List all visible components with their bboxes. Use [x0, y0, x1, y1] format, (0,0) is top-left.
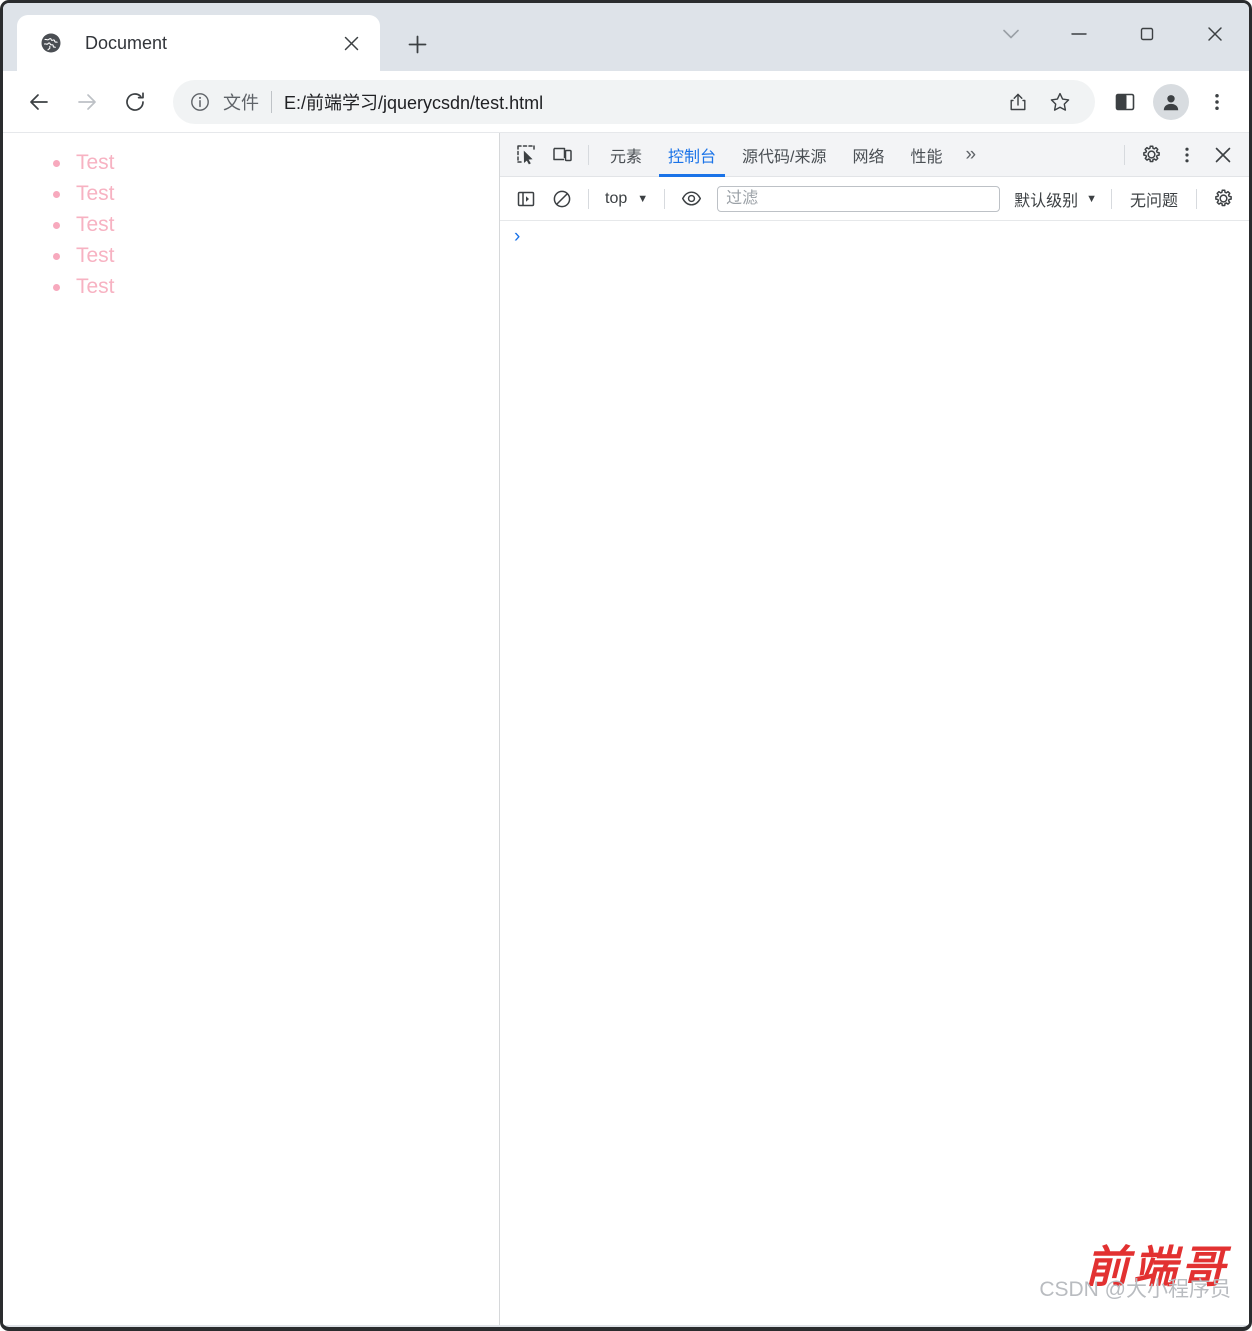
- clear-console-icon[interactable]: [544, 182, 580, 216]
- console-level-selector[interactable]: 默认级别 ▼: [1008, 185, 1103, 213]
- chrome-menu-button[interactable]: [1195, 80, 1239, 124]
- issues-status[interactable]: 无问题: [1120, 185, 1188, 213]
- list-item: Test: [3, 240, 499, 271]
- content-area: Test Test Test Test Test 元素 控制台 源代码/来源 网…: [3, 133, 1249, 1325]
- profile-button[interactable]: [1149, 80, 1193, 124]
- console-context-selector[interactable]: top ▼: [597, 185, 656, 213]
- arrow-right-icon: [78, 93, 96, 110]
- divider: [1196, 188, 1197, 209]
- chevron-down-icon: ▼: [637, 192, 649, 205]
- list-item: Test: [3, 147, 499, 178]
- inspect-element-icon[interactable]: [508, 138, 544, 172]
- divider: [664, 188, 666, 209]
- devtools-panel: 元素 控制台 源代码/来源 网络 性能 » top ▼ 过滤 默认级别 ▼ 无问…: [500, 133, 1249, 1325]
- console-message-area[interactable]: › 前端哥 CSDN @大小程序员: [500, 221, 1249, 1325]
- close-icon[interactable]: [334, 26, 368, 60]
- device-toolbar-icon[interactable]: [544, 138, 580, 172]
- console-toolbar: top ▼ 默认级别 ▼ 无问题: [500, 177, 1249, 221]
- console-prompt-caret: ›: [514, 226, 521, 247]
- tab-console[interactable]: 控制台: [655, 133, 729, 177]
- plus-icon: [408, 35, 426, 53]
- gear-icon[interactable]: [1133, 138, 1169, 172]
- arrow-left-icon: [30, 93, 48, 110]
- devtools-header-actions: [1116, 138, 1249, 172]
- globe-icon: [39, 31, 63, 55]
- list-item: Test: [3, 209, 499, 240]
- share-icon[interactable]: [997, 81, 1039, 123]
- browser-tab-document[interactable]: Document: [17, 15, 380, 71]
- omnibox-divider: [271, 90, 272, 113]
- chevron-down-icon: [1003, 29, 1019, 39]
- devtools-header: 元素 控制台 源代码/来源 网络 性能 »: [500, 133, 1249, 177]
- url-text: E:/前端学习/jquerycsdn/test.html: [284, 92, 544, 113]
- test-list: Test Test Test Test Test: [3, 147, 499, 302]
- new-tab-button[interactable]: [394, 21, 440, 67]
- console-filter-input[interactable]: [717, 185, 1001, 212]
- tab-performance[interactable]: 性能: [898, 133, 956, 177]
- side-panel-button[interactable]: [1103, 80, 1147, 124]
- close-devtools-icon[interactable]: [1205, 138, 1241, 172]
- forward-button: [65, 80, 109, 124]
- tab-search-button[interactable]: [977, 3, 1045, 65]
- three-dots-vertical-icon: [1215, 93, 1219, 110]
- side-panel-icon: [1115, 93, 1135, 110]
- maximize-icon: [1140, 27, 1154, 41]
- back-button[interactable]: [17, 80, 61, 124]
- person-icon: [1163, 94, 1179, 110]
- eye-icon[interactable]: [673, 182, 709, 216]
- page-viewport: Test Test Test Test Test: [3, 133, 499, 1325]
- tab-sources[interactable]: 源代码/来源: [729, 133, 839, 177]
- divider: [588, 144, 589, 165]
- tab-strip: Document: [3, 3, 1249, 71]
- list-item: Test: [3, 178, 499, 209]
- tab-elements[interactable]: 元素: [597, 133, 655, 177]
- avatar: [1153, 83, 1189, 120]
- console-level-label: 默认级别: [1014, 192, 1079, 210]
- console-sidebar-icon[interactable]: [508, 182, 544, 216]
- maximize-button[interactable]: [1113, 3, 1181, 65]
- more-tabs-button[interactable]: »: [956, 133, 987, 177]
- console-context-label: top: [605, 189, 628, 207]
- info-circle-icon[interactable]: [189, 91, 211, 113]
- window-controls: [977, 3, 1249, 65]
- browser-window: Document 文件 E:/前端学习/jquerycsdn/test.html…: [0, 0, 1252, 1331]
- divider: [588, 188, 589, 209]
- url-scheme-label: 文件: [223, 92, 259, 113]
- minimize-button[interactable]: [1045, 3, 1113, 65]
- star-icon[interactable]: [1039, 81, 1081, 123]
- tab-title: Document: [85, 32, 168, 53]
- console-settings-gear-icon[interactable]: [1205, 182, 1241, 216]
- reload-button[interactable]: [113, 80, 157, 124]
- chevron-down-icon: ▼: [1086, 192, 1097, 205]
- browser-toolbar: 文件 E:/前端学习/jquerycsdn/test.html: [3, 71, 1249, 133]
- omnibox-actions: [997, 81, 1081, 123]
- watermark-latin-text: CSDN @大小程序员: [1039, 1278, 1231, 1301]
- tab-network[interactable]: 网络: [839, 133, 897, 177]
- close-window-button[interactable]: [1181, 3, 1249, 65]
- watermark: 前端哥 CSDN @大小程序员: [1001, 1227, 1241, 1319]
- address-bar[interactable]: 文件 E:/前端学习/jquerycsdn/test.html: [173, 79, 1095, 124]
- divider: [1110, 188, 1112, 209]
- minimize-icon: [1071, 33, 1087, 35]
- reload-icon: [126, 91, 144, 111]
- three-dots-vertical-icon[interactable]: [1169, 138, 1205, 172]
- watermark-chinese-text: 前端哥: [1085, 1243, 1229, 1292]
- close-icon: [1208, 27, 1222, 41]
- console-prompt-row[interactable]: ›: [500, 221, 1249, 251]
- divider: [1124, 144, 1125, 165]
- list-item: Test: [3, 271, 499, 302]
